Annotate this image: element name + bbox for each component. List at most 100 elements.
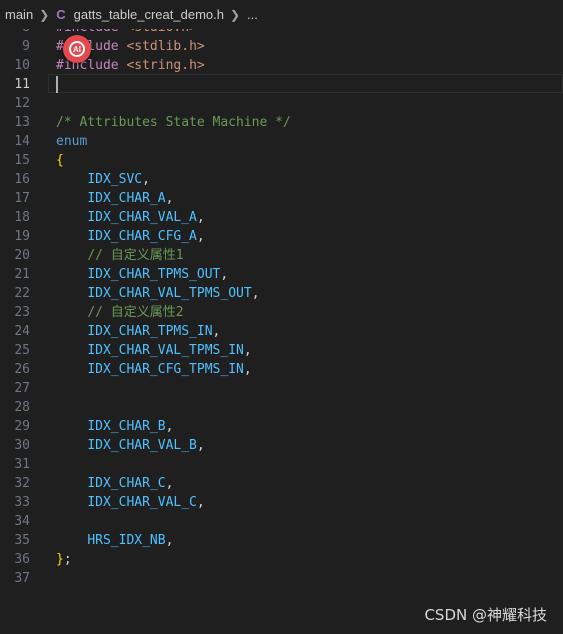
line-number: 21 <box>14 267 30 282</box>
line-number: 30 <box>14 438 30 453</box>
code-line[interactable]: 28 <box>0 398 563 417</box>
code-token: IDX_CHAR_A <box>87 191 166 206</box>
code-line[interactable]: 20 // 自定义属性1 <box>0 246 563 265</box>
line-number: 37 <box>14 571 30 586</box>
code-line[interactable]: 31 <box>0 455 563 474</box>
code-token: IDX_CHAR_CFG_A <box>87 229 197 244</box>
code-token: IDX_CHAR_VAL_TPMS_OUT <box>87 286 252 301</box>
code-line[interactable]: 30 IDX_CHAR_VAL_B, <box>0 436 563 455</box>
code-text: IDX_CHAR_VAL_TPMS_IN, <box>56 341 252 360</box>
line-number: 11 <box>14 77 30 92</box>
line-number: 12 <box>14 96 30 111</box>
line-number: 28 <box>14 400 30 415</box>
code-line[interactable]: 21 IDX_CHAR_TPMS_OUT, <box>0 265 563 284</box>
line-number: 35 <box>14 533 30 548</box>
code-line[interactable]: 36}; <box>0 550 563 569</box>
code-line[interactable]: 17 IDX_CHAR_A, <box>0 189 563 208</box>
code-text: IDX_CHAR_VAL_C, <box>56 493 205 512</box>
code-line[interactable]: 11 <box>0 74 563 94</box>
line-number: 10 <box>14 58 30 73</box>
line-number: 27 <box>14 381 30 396</box>
code-token: , <box>251 286 260 301</box>
code-line[interactable]: 32 IDX_CHAR_C, <box>0 474 563 493</box>
code-token: IDX_CHAR_TPMS_IN <box>87 324 213 339</box>
line-number: 36 <box>14 552 30 567</box>
code-text: { <box>56 151 64 170</box>
code-line[interactable]: 33 IDX_CHAR_VAL_C, <box>0 493 563 512</box>
code-line[interactable]: 13 /* Attributes State Machine */ <box>0 113 563 132</box>
code-text: IDX_SVC, <box>56 170 150 189</box>
line-number: 29 <box>14 419 30 434</box>
code-token: <stdlib.h> <box>126 39 205 54</box>
code-text: IDX_CHAR_TPMS_OUT, <box>56 265 228 284</box>
code-line[interactable]: 18 IDX_CHAR_VAL_A, <box>0 208 563 227</box>
code-line[interactable]: 24 IDX_CHAR_TPMS_IN, <box>0 322 563 341</box>
line-number: 32 <box>14 476 30 491</box>
code-token: , <box>196 229 205 244</box>
code-token: , <box>196 438 205 453</box>
code-text: IDX_CHAR_A, <box>56 189 173 208</box>
current-line-highlight <box>48 74 563 93</box>
code-line[interactable]: 25 IDX_CHAR_VAL_TPMS_IN, <box>0 341 563 360</box>
line-number: 13 <box>14 115 30 130</box>
code-line[interactable]: 19 IDX_CHAR_CFG_A, <box>0 227 563 246</box>
code-line[interactable]: 35 HRS_IDX_NB, <box>0 531 563 550</box>
code-token: , <box>212 324 221 339</box>
line-number: 19 <box>14 229 30 244</box>
code-token: IDX_CHAR_TPMS_OUT <box>87 267 221 282</box>
code-text: }; <box>56 550 72 569</box>
code-text: IDX_CHAR_C, <box>56 474 173 493</box>
code-line[interactable]: 27 <box>0 379 563 398</box>
code-token: , <box>196 495 205 510</box>
c-file-icon: C <box>56 7 66 22</box>
code-line[interactable]: 26 IDX_CHAR_CFG_TPMS_IN, <box>0 360 563 379</box>
line-number: 15 <box>14 153 30 168</box>
code-line[interactable]: 14 enum <box>0 132 563 151</box>
line-number: 25 <box>14 343 30 358</box>
code-text: IDX_CHAR_VAL_A, <box>56 208 205 227</box>
code-line[interactable]: 37 <box>0 569 563 588</box>
breadcrumb-file[interactable]: gatts_table_creat_demo.h <box>74 7 224 22</box>
breadcrumb: main ❯ C gatts_table_creat_demo.h ❯ ... <box>0 0 563 29</box>
code-token: IDX_CHAR_VAL_C <box>87 495 197 510</box>
line-number: 31 <box>14 457 30 472</box>
code-text: // 自定义属性1 <box>56 246 183 265</box>
code-line[interactable]: 16 IDX_SVC, <box>0 170 563 189</box>
code-line[interactable]: 12 <box>0 94 563 113</box>
code-token: , <box>165 191 174 206</box>
breadcrumb-symbol[interactable]: ... <box>247 7 258 22</box>
code-token: // 自定义属性2 <box>87 305 184 320</box>
line-number: 24 <box>14 324 30 339</box>
code-token: /* Attributes State Machine */ <box>56 115 291 130</box>
code-line[interactable]: 22 IDX_CHAR_VAL_TPMS_OUT, <box>0 284 563 303</box>
code-line[interactable]: 23 // 自定义属性2 <box>0 303 563 322</box>
code-editor[interactable]: 8#include <stdio.h>9#include <stdlib.h>1… <box>0 20 563 634</box>
code-token: { <box>56 153 64 168</box>
code-line[interactable]: 15 { <box>0 151 563 170</box>
line-number: 14 <box>14 134 30 149</box>
code-text: IDX_CHAR_B, <box>56 417 173 436</box>
code-token: IDX_CHAR_CFG_TPMS_IN <box>87 362 244 377</box>
chevron-right-icon: ❯ <box>229 7 241 22</box>
code-token: , <box>196 210 205 225</box>
code-token: , <box>165 533 174 548</box>
ai-assistant-button[interactable]: AI <box>63 35 91 63</box>
code-line[interactable]: 29 IDX_CHAR_B, <box>0 417 563 436</box>
code-token: , <box>165 419 174 434</box>
code-token: IDX_SVC <box>87 172 143 187</box>
code-line[interactable]: 34 <box>0 512 563 531</box>
breadcrumb-folder[interactable]: main <box>5 7 33 22</box>
watermark: CSDN @神耀科技 <box>424 606 547 624</box>
code-token: , <box>243 343 252 358</box>
code-text: /* Attributes State Machine */ <box>56 113 291 132</box>
line-number: 9 <box>22 39 30 54</box>
